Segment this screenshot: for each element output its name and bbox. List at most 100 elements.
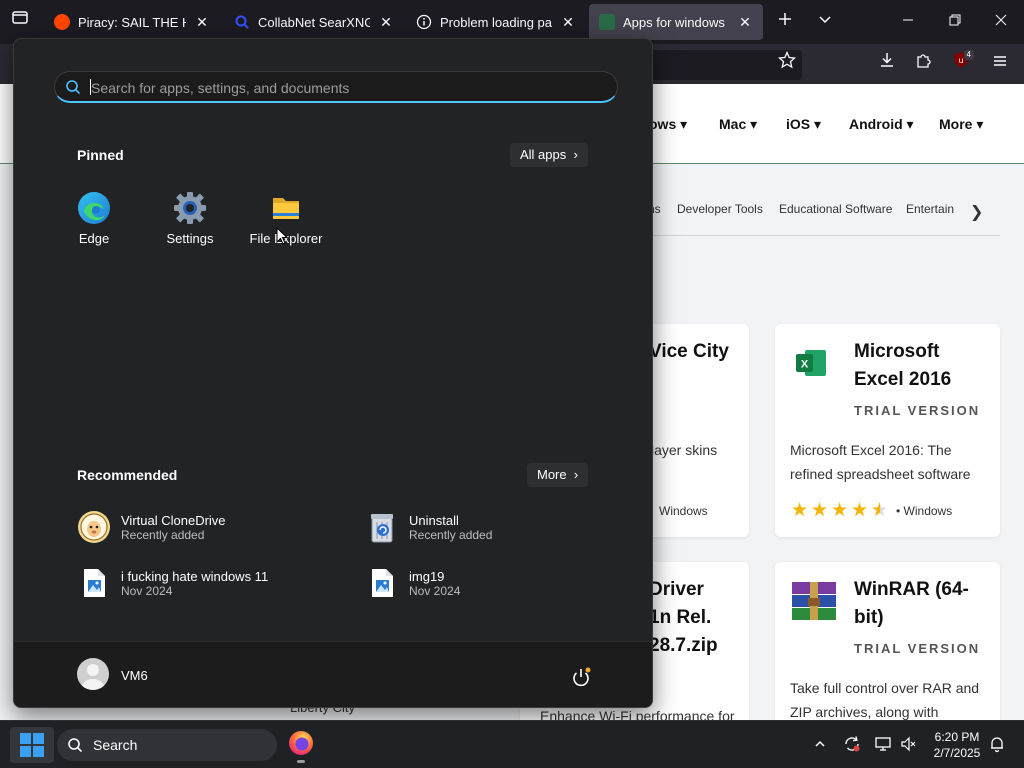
recommended-subtitle: Recently added: [121, 527, 205, 542]
uninstall-icon: [365, 510, 399, 544]
license-label: TRIAL VERSION: [854, 403, 981, 418]
start-button[interactable]: [10, 727, 54, 763]
all-apps-button[interactable]: All apps ›: [510, 143, 588, 167]
user-avatar[interactable]: [77, 658, 109, 690]
restore-icon[interactable]: [941, 8, 969, 36]
app-title: 1n Rel.: [649, 607, 712, 628]
power-icon[interactable]: [569, 666, 593, 690]
category-educational-software[interactable]: Educational Software: [779, 202, 892, 224]
tab-apps-for-windows[interactable]: Apps for windows - CN ✕: [589, 4, 763, 40]
clock-date: 2/7/2025: [933, 746, 981, 760]
mouse-cursor-icon: [276, 226, 289, 245]
downloads-icon[interactable]: [872, 50, 902, 78]
app-description: Take full control over RAR and: [790, 680, 980, 696]
pinned-app-file-explorer[interactable]: File Explorer: [240, 191, 332, 261]
recommended-heading: Recommended: [77, 467, 178, 483]
extension-count-badge: 4: [963, 50, 974, 60]
image-file-icon: [365, 566, 399, 600]
more-button[interactable]: More ›: [527, 463, 589, 487]
nav-android[interactable]: Android ▾: [849, 116, 914, 133]
divider: [640, 235, 1000, 236]
app-card-excel-2016[interactable]: X Microsoft Excel 2016 TRIAL VERSION Mic…: [775, 324, 1000, 537]
close-icon[interactable]: ✕: [560, 14, 576, 30]
taskbar-search[interactable]: Search: [57, 729, 277, 761]
cnet-download-icon: [599, 14, 615, 30]
bookmark-star-icon[interactable]: [772, 50, 802, 78]
recommended-title: img19: [409, 568, 445, 584]
start-search-input[interactable]: Search for apps, settings, and documents: [54, 71, 618, 103]
app-title: bit): [854, 607, 884, 628]
app-description: layer skins: [651, 442, 718, 458]
new-tab-icon[interactable]: [771, 8, 799, 36]
app-title: Excel 2016: [854, 369, 952, 390]
nav-mac[interactable]: Mac ▾: [719, 116, 757, 133]
recommended-subtitle: Recently added: [409, 527, 493, 542]
minimize-icon[interactable]: [894, 8, 922, 36]
notification-bell-icon[interactable]: [987, 735, 1007, 755]
app-title: Driver: [649, 579, 704, 600]
screen: Piracy: SAIL THE HIGH SEAS ✕ CollabNet S…: [0, 0, 1024, 768]
nav-windows[interactable]: ows ▾: [649, 116, 687, 133]
license-label: TRIAL VERSION: [854, 641, 981, 656]
start-menu-footer: VM6: [14, 641, 652, 707]
recommended-item-uninstall[interactable]: Uninstall Recently added: [365, 507, 492, 547]
tab-list-icon[interactable]: [6, 8, 34, 36]
svg-text:X: X: [801, 359, 809, 371]
reddit-icon: [54, 14, 70, 30]
pinned-app-label: Edge: [78, 231, 110, 246]
category-next-chevron-icon[interactable]: ❯: [970, 202, 983, 224]
sheep-icon: [77, 510, 111, 544]
image-file-icon: [77, 566, 111, 600]
edge-icon: [77, 191, 111, 225]
category-developer-tools[interactable]: Developer Tools: [677, 202, 763, 224]
close-icon[interactable]: ✕: [737, 14, 753, 30]
network-display-icon[interactable]: [873, 735, 893, 755]
taskbar-clock[interactable]: 6:20 PM 2/7/2025: [930, 729, 984, 761]
app-description: ZIP archives, along with: [790, 704, 939, 720]
platform-label: Windows: [659, 504, 708, 518]
user-name[interactable]: VM6: [121, 668, 148, 683]
info-icon: [416, 14, 432, 30]
tab-piracy[interactable]: Piracy: SAIL THE HIGH SEAS ✕: [44, 4, 220, 40]
ublock-origin-icon[interactable]: u 4: [946, 50, 976, 78]
search-icon: [65, 79, 81, 100]
window-close-icon[interactable]: [987, 8, 1015, 36]
recommended-subtitle: Nov 2024: [121, 583, 173, 598]
close-icon[interactable]: ✕: [194, 14, 210, 30]
winrar-icon: [790, 580, 838, 622]
close-icon[interactable]: ✕: [378, 14, 394, 30]
star-full-icon: ★: [851, 500, 869, 521]
volume-muted-icon[interactable]: [899, 735, 919, 755]
sync-update-icon[interactable]: [842, 735, 862, 755]
tab-title: Piracy: SAIL THE HIGH SEAS: [78, 14, 186, 30]
tab-title: Apps for windows - CN: [623, 14, 729, 30]
taskbar-search-label: Search: [93, 737, 138, 753]
recommended-item-file[interactable]: i fucking hate windows 11 Nov 2024: [77, 563, 268, 603]
pinned-app-edge[interactable]: Edge: [48, 191, 140, 261]
show-hidden-icons-chevron-icon[interactable]: [810, 735, 830, 755]
tab-title: Problem loading page: [440, 14, 552, 30]
tab-problem-loading[interactable]: Problem loading page ✕: [406, 4, 586, 40]
menu-hamburger-icon[interactable]: [985, 50, 1015, 78]
nav-more[interactable]: More ▾: [939, 116, 983, 133]
category-entertainment[interactable]: Entertain: [906, 202, 954, 224]
app-title: 28.7.zip: [649, 635, 718, 656]
app-description: Microsoft Excel 2016: The: [790, 442, 952, 458]
recommended-item-virtual-clonedrive[interactable]: Virtual CloneDrive Recently added: [77, 507, 226, 547]
tab-searxng[interactable]: CollabNet SearXNG ✕: [224, 4, 404, 40]
list-all-tabs-chevron-icon[interactable]: [811, 8, 839, 36]
star-full-icon: ★: [831, 500, 849, 521]
settings-gear-icon: [173, 191, 207, 225]
svg-text:u: u: [958, 56, 963, 65]
running-indicator: [297, 760, 305, 763]
search-icon: [234, 14, 250, 30]
firefox-taskbar-icon[interactable]: [287, 729, 315, 763]
pinned-app-settings[interactable]: Settings: [144, 191, 236, 261]
tab-title: CollabNet SearXNG: [258, 14, 370, 30]
star-half-icon: ★★: [871, 500, 889, 521]
extensions-puzzle-icon[interactable]: [909, 50, 939, 78]
app-card-winrar[interactable]: WinRAR (64- bit) TRIAL VERSION Take full…: [775, 562, 1000, 720]
nav-ios[interactable]: iOS ▾: [786, 116, 821, 133]
recommended-item-img19[interactable]: img19 Nov 2024: [365, 563, 460, 603]
clock-time: 6:20 PM: [934, 730, 980, 744]
